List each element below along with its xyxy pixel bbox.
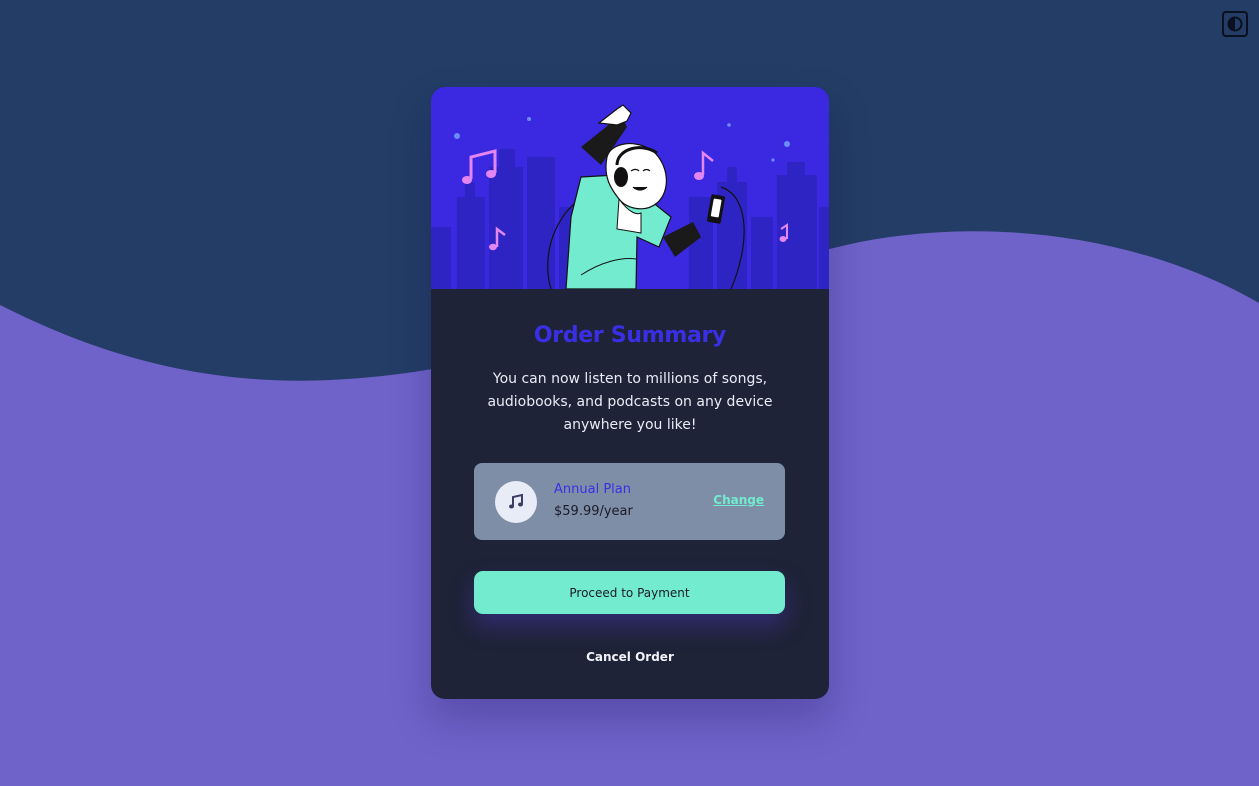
plan-panel: Annual Plan $59.99/year Change (474, 463, 785, 540)
order-summary-card: Order Summary You can now listen to mill… (431, 87, 829, 699)
plan-icon-circle (495, 481, 537, 523)
music-note-icon (509, 493, 523, 509)
contrast-icon (1227, 16, 1243, 32)
change-plan-link[interactable]: Change (713, 493, 764, 507)
cancel-order-button[interactable]: Cancel Order (431, 650, 829, 664)
plan-price: $59.99/year (554, 504, 633, 519)
proceed-to-payment-button[interactable]: Proceed to Payment (474, 571, 785, 614)
page-title: Order Summary (533, 323, 727, 348)
summary-description: You can now listen to millions of songs,… (487, 371, 773, 433)
hero-illustration (431, 87, 829, 289)
plan-name: Annual Plan (554, 482, 631, 497)
theme-toggle-button[interactable] (1222, 11, 1248, 37)
